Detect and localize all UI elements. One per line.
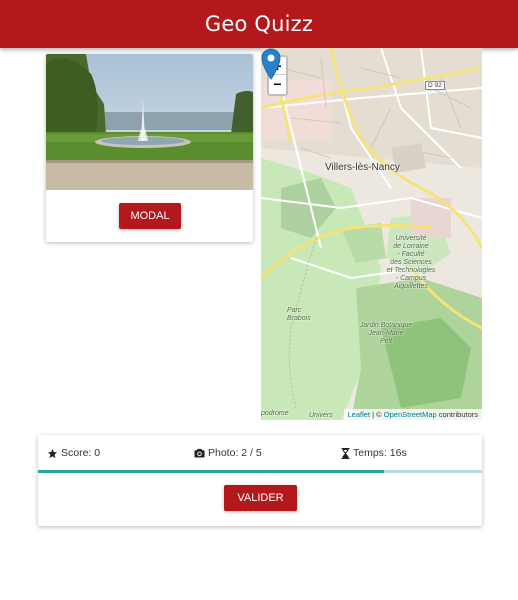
road-label: D 92 [425,81,445,90]
validate-button[interactable]: VALIDER [224,485,297,511]
app-header: Geo Quizz [0,0,518,48]
osm-link[interactable]: OpenStreetMap [384,410,437,419]
photo-stat: Photo: 2 / 5 [194,447,262,459]
univers-label: Univers [309,412,333,419]
photo-card: MODAL [46,54,253,242]
park-label: Parc Brabois [287,307,311,322]
jardin-label: Jardin Botanique Jean-Marie Pelt [359,322,413,345]
progress-bar-fill [38,470,385,473]
hippodrome-label: podrome [261,410,289,417]
time-stat: Temps: 16s [341,447,407,459]
leaflet-link[interactable]: Leaflet [348,410,371,419]
score-text: Score: 0 [61,447,101,459]
photo-text: Photo: 2 / 5 [208,447,262,459]
app-title: Geo Quizz [204,12,314,36]
town-label: Villers-lès-Nancy [325,162,400,173]
progress-bar [38,470,482,473]
camera-icon [194,448,205,458]
university-label: Université de Lorraine - Faculté des Sci… [386,235,436,290]
map-marker-icon[interactable] [261,48,281,80]
quiz-photo [46,54,253,190]
hourglass-icon [341,447,350,459]
star-icon [47,448,58,458]
map-view[interactable]: + − D 92 Villers-lès-Nancy Université de… [261,48,482,420]
score-stat: Score: 0 [47,447,100,459]
map-tiles[interactable] [261,48,482,420]
status-card: Score: 0 Photo: 2 / 5 Temps: 16s VALIDER [38,435,482,526]
map-attribution: Leaflet | © OpenStreetMap contributors [343,409,482,420]
time-text: Temps: 16s [353,447,407,459]
modal-button[interactable]: MODAL [119,203,181,229]
